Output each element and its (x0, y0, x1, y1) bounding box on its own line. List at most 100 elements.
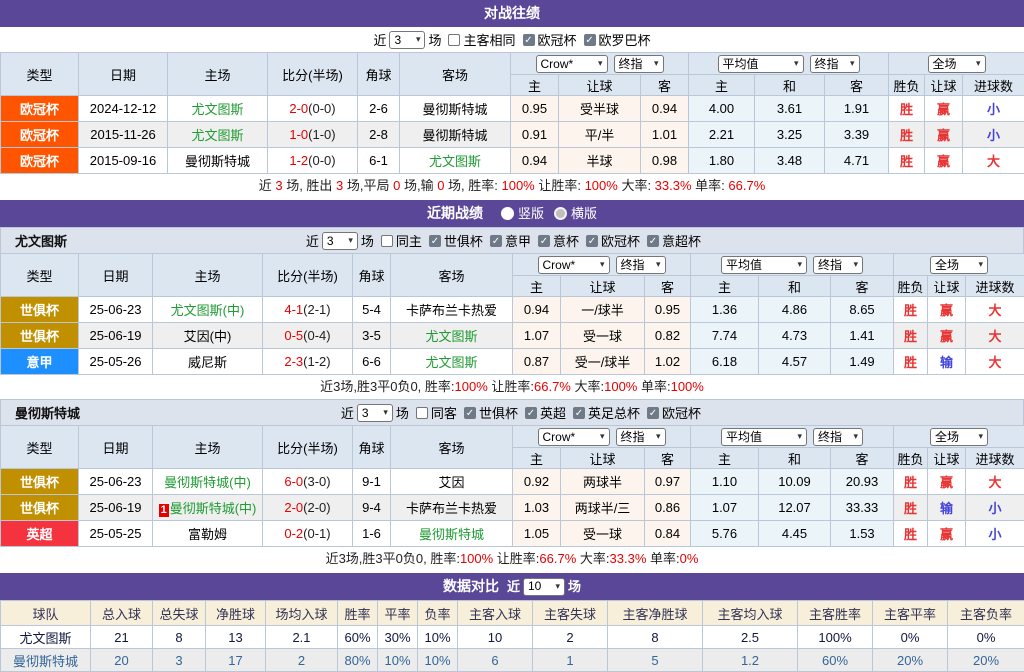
cell-date: 25-05-25 (79, 521, 153, 547)
h2h-avg-type-select[interactable]: 平均值▾ (718, 55, 804, 73)
team1-avg-group: 平均值▾ 终指▾ (691, 254, 894, 276)
team2-odds-company-select[interactable]: Crow*▾ (538, 428, 610, 446)
cell-average: 10.09 (759, 469, 831, 495)
team1-avg-type-select[interactable]: 平均值▾ (721, 256, 807, 274)
cell-home-team: 尤文图斯(中) (153, 297, 263, 323)
team2-near-label: 近 (341, 403, 354, 422)
compare-value-cell: 10% (418, 626, 458, 649)
cell-average: 12.07 (759, 495, 831, 521)
team1-result-group: 全场▾ (894, 254, 1024, 276)
compare-value-cell: 20% (873, 649, 948, 672)
cell-average: 4.00 (689, 96, 755, 122)
cell-odds: 0.95 (511, 96, 559, 122)
team1-summary: 近3场,胜3平0负0, 胜率:100% 让胜率:66.7% 大率:100% 单率… (0, 375, 1024, 399)
filter-checkbox[interactable]: ✓ (586, 235, 598, 247)
cell-odds: 0.94 (641, 96, 689, 122)
compare-title: 数据对比 (443, 573, 499, 600)
column-header: 日期 (79, 53, 168, 96)
filter-checkbox[interactable]: ✓ (490, 235, 502, 247)
team2-scope-select[interactable]: 全场▾ (930, 428, 988, 446)
filter-checkbox-label: 英超 (540, 403, 566, 422)
compare-team-name: 尤文图斯 (1, 626, 91, 649)
team1-near-select[interactable]: 3▾ (322, 232, 358, 250)
cell-date: 2015-11-26 (79, 122, 168, 148)
cell-odds: 0.91 (511, 122, 559, 148)
compare-value-cell: 20% (948, 649, 1024, 672)
h2h-scope-select[interactable]: 全场▾ (928, 55, 986, 73)
team1-odds-time-select[interactable]: 终指▾ (616, 256, 666, 274)
h2h-odds-time-select[interactable]: 终指▾ (614, 55, 664, 73)
cell-away-team: 艾因 (391, 469, 513, 495)
column-subheader: 和 (759, 448, 831, 469)
team2-odds-time-select[interactable]: 终指▾ (616, 428, 666, 446)
cell-result: 赢 (928, 323, 966, 349)
filter-checkbox[interactable]: ✓ (464, 407, 476, 419)
cell-odds: 0.86 (645, 495, 691, 521)
compare-value-cell: 2.5 (703, 626, 798, 649)
filter-checkbox[interactable] (381, 235, 393, 247)
compare-column-header: 主客净胜球 (608, 601, 703, 626)
compare-row: 曼彻斯特城20317280%10%10%6151.260%20%20% (1, 649, 1024, 672)
h2h-odds-company-select[interactable]: Crow*▾ (536, 55, 608, 73)
filter-checkbox-label: 欧冠杯 (601, 231, 640, 250)
compare-value-cell: 1.2 (703, 649, 798, 672)
cell-away-team: 曼彻斯特城 (400, 96, 511, 122)
column-subheader: 客 (831, 448, 894, 469)
filter-checkbox[interactable]: ✓ (429, 235, 441, 247)
filter-checkbox[interactable] (416, 407, 428, 419)
cell-result: 大 (966, 323, 1024, 349)
team2-avg-time-select[interactable]: 终指▾ (813, 428, 863, 446)
layout-radio-1[interactable] (501, 207, 514, 220)
filter-checkbox-label: 欧冠杯 (662, 403, 701, 422)
team1-avg-time-select[interactable]: 终指▾ (813, 256, 863, 274)
team2-avg-type-select[interactable]: 平均值▾ (721, 428, 807, 446)
filter-checkbox[interactable]: ✓ (584, 34, 596, 46)
column-subheader: 让球 (925, 75, 963, 96)
column-subheader: 让球 (928, 448, 966, 469)
column-header: 角球 (358, 53, 400, 96)
filter-checkbox-label: 同客 (431, 403, 457, 422)
cell-corners: 2-8 (358, 122, 400, 148)
column-subheader: 客 (825, 75, 889, 96)
layout-radio-2[interactable] (554, 207, 567, 220)
cell-corners: 3-5 (353, 323, 391, 349)
h2h-near-select[interactable]: 3▾ (389, 31, 425, 49)
cell-average: 20.93 (831, 469, 894, 495)
filter-checkbox[interactable]: ✓ (573, 407, 585, 419)
team1-scope-select[interactable]: 全场▾ (930, 256, 988, 274)
cell-result: 胜 (894, 323, 928, 349)
cell-away-team: 尤文图斯 (391, 323, 513, 349)
chevron-down-icon: ▾ (656, 259, 661, 270)
chevron-down-icon: ▾ (979, 431, 984, 442)
column-header: 比分(半场) (263, 426, 353, 469)
team2-odds-group: Crow*▾ 终指▾ (513, 426, 691, 448)
filter-checkbox[interactable]: ✓ (523, 34, 535, 46)
team1-games-label: 场 (361, 231, 374, 250)
filter-checkbox-label: 意超杯 (662, 231, 701, 250)
filter-checkbox[interactable] (448, 34, 460, 46)
column-subheader: 进球数 (963, 75, 1024, 96)
team1-odds-company-select[interactable]: Crow*▾ (538, 256, 610, 274)
compare-value-cell: 10% (378, 649, 418, 672)
chevron-down-icon: ▾ (794, 58, 799, 69)
table-row: 欧冠杯2015-11-26尤文图斯1-0(1-0)2-8曼彻斯特城0.91平/半… (1, 122, 1024, 148)
compare-column-header: 平率 (378, 601, 418, 626)
compare-near-select[interactable]: 10▾ (523, 578, 565, 596)
h2h-avg-time-select[interactable]: 终指▾ (810, 55, 860, 73)
cell-date: 2024-12-12 (79, 96, 168, 122)
filter-checkbox-label: 主客相同 (463, 30, 515, 49)
compare-value-cell: 80% (338, 649, 378, 672)
cell-date: 25-05-26 (79, 349, 153, 375)
filter-checkbox[interactable]: ✓ (538, 235, 550, 247)
cell-away-team: 卡萨布兰卡热爱 (391, 495, 513, 521)
filter-checkbox[interactable]: ✓ (525, 407, 537, 419)
cell-date: 25-06-19 (79, 323, 153, 349)
cell-average: 1.36 (691, 297, 759, 323)
filter-checkbox[interactable]: ✓ (647, 235, 659, 247)
cell-corners: 5-4 (353, 297, 391, 323)
league-badge: 欧冠杯 (1, 96, 79, 122)
chevron-down-icon: ▾ (797, 259, 802, 270)
filter-checkbox[interactable]: ✓ (647, 407, 659, 419)
compare-value-cell: 60% (798, 649, 873, 672)
team2-near-select[interactable]: 3▾ (357, 404, 393, 422)
